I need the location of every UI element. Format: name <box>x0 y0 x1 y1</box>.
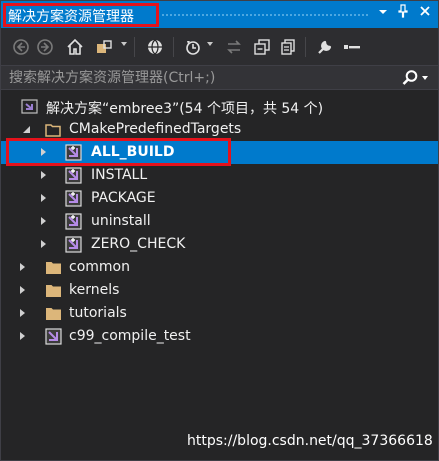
tree-item-folder[interactable]: tutorials <box>1 302 438 325</box>
pin-icon <box>398 4 408 18</box>
window-position-dropdown[interactable] <box>373 4 393 24</box>
cmake-target-icon <box>65 144 82 161</box>
show-all-files-icon <box>281 39 295 55</box>
show-all-files-button[interactable] <box>277 36 299 58</box>
tree-item-project[interactable]: PACKAGE <box>1 187 438 210</box>
title-bar: 解决方案资源管理器 <box>1 1 438 28</box>
sync-icon <box>227 40 241 54</box>
tree-item-project[interactable]: ZERO_CHECK <box>1 233 438 256</box>
search-icon[interactable] <box>401 69 419 87</box>
switch-views-icon <box>97 40 112 53</box>
folder-icon <box>46 285 61 297</box>
solution-explorer-panel: 解决方案资源管理器 搜索解决方案资源管理器(Ctrl+;) 解决方案“embre… <box>0 0 439 461</box>
collapse-all-button[interactable] <box>251 36 273 58</box>
collapse-arrow-icon[interactable] <box>23 126 30 133</box>
expand-arrow-icon[interactable] <box>41 148 46 156</box>
tree-item-label: CMakePredefinedTargets <box>69 121 242 137</box>
tree-item-label: ALL_BUILD <box>91 144 175 160</box>
pending-changes-button[interactable] <box>182 36 204 58</box>
cpp-project-icon <box>45 328 62 345</box>
forward-icon <box>37 39 53 55</box>
toolbar-separator <box>305 37 306 57</box>
expand-arrow-icon[interactable] <box>41 217 46 225</box>
tree-item-project[interactable]: uninstall <box>1 210 438 233</box>
tree-item-folder[interactable]: kernels <box>1 279 438 302</box>
expand-arrow-icon[interactable] <box>20 263 25 271</box>
tree-item-label: c99_compile_test <box>69 328 191 344</box>
auto-hide-button[interactable] <box>393 4 413 24</box>
globe-icon <box>148 39 162 55</box>
watermark: https://blog.csdn.net/qq_37366618 <box>187 433 433 449</box>
dash-icon <box>344 45 360 49</box>
tree-item-label: INSTALL <box>91 167 148 183</box>
solution-icon <box>21 99 38 114</box>
home-icon <box>67 38 83 55</box>
pending-changes-icon <box>186 41 200 55</box>
folder-icon <box>46 262 61 274</box>
tree-item-label: tutorials <box>69 305 127 321</box>
close-icon <box>420 6 430 16</box>
cmake-target-icon <box>65 167 82 184</box>
search-input[interactable] <box>1 66 396 89</box>
search-options-dropdown[interactable] <box>422 76 428 80</box>
folder-open-icon <box>45 124 61 137</box>
tree-item-project[interactable]: ALL_BUILD <box>1 141 438 164</box>
expand-arrow-icon[interactable] <box>41 240 46 248</box>
tree-item-project[interactable]: INSTALL <box>1 164 438 187</box>
back-button[interactable] <box>10 36 32 58</box>
cmake-target-icon <box>65 213 82 230</box>
expand-arrow-icon[interactable] <box>41 171 46 179</box>
globe-button[interactable] <box>144 36 166 58</box>
back-icon <box>13 39 29 55</box>
tree-item-label: ZERO_CHECK <box>91 236 186 252</box>
toolbar-separator <box>173 37 174 57</box>
collapse-all-icon <box>254 39 270 55</box>
toolbar-separator <box>134 37 135 57</box>
tree-item-label: uninstall <box>91 213 151 229</box>
wrench-icon <box>318 40 332 54</box>
close-button[interactable] <box>415 4 435 24</box>
folder-icon <box>46 308 61 320</box>
pending-changes-dropdown[interactable] <box>207 42 213 46</box>
switch-views-button[interactable] <box>93 36 115 58</box>
tree-item-folder[interactable]: CMakePredefinedTargets <box>1 118 438 141</box>
expand-arrow-icon[interactable] <box>41 194 46 202</box>
tree-item-label: common <box>69 259 130 275</box>
tree-item-label: PACKAGE <box>91 190 156 206</box>
title-grip[interactable] <box>161 13 369 18</box>
tree-item-solution[interactable]: 解决方案“embree3”(54 个项目，共 54 个) <box>1 95 438 118</box>
search-bar <box>1 65 438 90</box>
cmake-target-icon <box>65 190 82 207</box>
preview-button[interactable] <box>341 36 363 58</box>
tree-item-project[interactable]: c99_compile_test <box>1 325 438 348</box>
tree-item-folder[interactable]: common <box>1 256 438 279</box>
home-button[interactable] <box>64 36 86 58</box>
sync-button[interactable] <box>223 36 245 58</box>
forward-button[interactable] <box>34 36 56 58</box>
expand-arrow-icon[interactable] <box>20 332 25 340</box>
tree-item-label: kernels <box>69 282 120 298</box>
expand-arrow-icon[interactable] <box>20 286 25 294</box>
chevron-down-icon <box>379 10 387 14</box>
switch-views-dropdown[interactable] <box>121 42 127 46</box>
properties-button[interactable] <box>314 36 336 58</box>
tree-item-label: 解决方案“embree3”(54 个项目，共 54 个) <box>46 101 324 117</box>
toolbar <box>1 28 438 65</box>
cmake-target-icon <box>65 236 82 253</box>
expand-arrow-icon[interactable] <box>20 309 25 317</box>
panel-title: 解决方案资源管理器 <box>8 9 134 25</box>
